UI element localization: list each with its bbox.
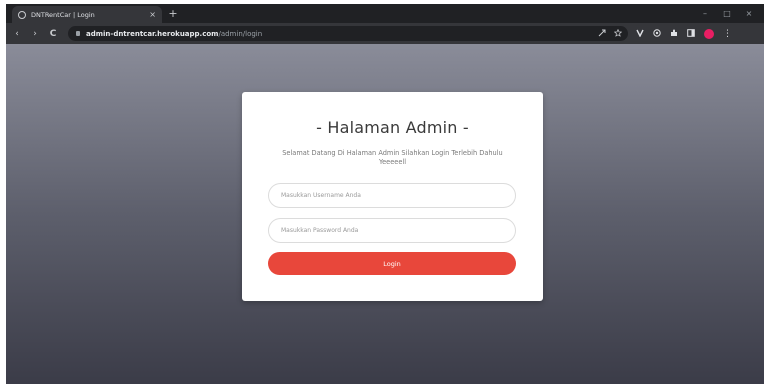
login-card: - Halaman Admin - Selamat Datang Di Hala… (242, 92, 543, 301)
v-extension-icon[interactable] (636, 29, 644, 39)
forward-button[interactable]: › (28, 27, 42, 41)
profile-avatar[interactable] (704, 28, 714, 39)
puzzle-icon[interactable] (670, 29, 678, 39)
username-input[interactable] (268, 183, 516, 208)
page-viewport: - Halaman Admin - Selamat Datang Di Hala… (6, 44, 764, 384)
page-title: - Halaman Admin - (316, 118, 469, 137)
browser-toolbar: ‹ › C admin-dntrentcar.herokuapp.com /ad… (6, 23, 764, 44)
url-path: /admin/login (218, 29, 263, 38)
new-tab-button[interactable]: + (166, 7, 180, 21)
share-icon[interactable] (598, 29, 606, 39)
maximize-button[interactable]: □ (716, 4, 738, 23)
browser-window: DNTRentCar | Login × + – □ × ‹ › C admin… (6, 4, 764, 384)
star-icon[interactable] (613, 28, 623, 39)
shield-extension-icon[interactable] (653, 28, 661, 39)
window-controls: – □ × (694, 4, 760, 23)
sidebar-icon[interactable] (687, 28, 695, 39)
close-tab-icon[interactable]: × (149, 10, 156, 19)
reload-button[interactable]: C (46, 27, 60, 41)
globe-icon (18, 10, 26, 19)
password-input[interactable] (268, 218, 516, 243)
browser-tab[interactable]: DNTRentCar | Login × (12, 6, 162, 23)
url-host: admin-dntrentcar.herokuapp.com (86, 29, 219, 38)
omnibox-icons (598, 26, 623, 41)
back-button[interactable]: ‹ (10, 27, 24, 41)
close-window-button[interactable]: × (738, 4, 760, 23)
login-button[interactable]: Login (268, 252, 516, 275)
extension-icons: ⋮ (636, 26, 732, 41)
tab-strip: DNTRentCar | Login × + – □ × (6, 4, 764, 23)
tab-title: DNTRentCar | Login (31, 10, 95, 19)
welcome-text: Selamat Datang Di Halaman Admin Silahkan… (282, 149, 503, 166)
minimize-button[interactable]: – (694, 4, 716, 23)
browser-menu-button[interactable]: ⋮ (723, 29, 732, 39)
lock-icon[interactable] (76, 31, 80, 36)
address-bar[interactable]: admin-dntrentcar.herokuapp.com /admin/lo… (68, 26, 628, 41)
